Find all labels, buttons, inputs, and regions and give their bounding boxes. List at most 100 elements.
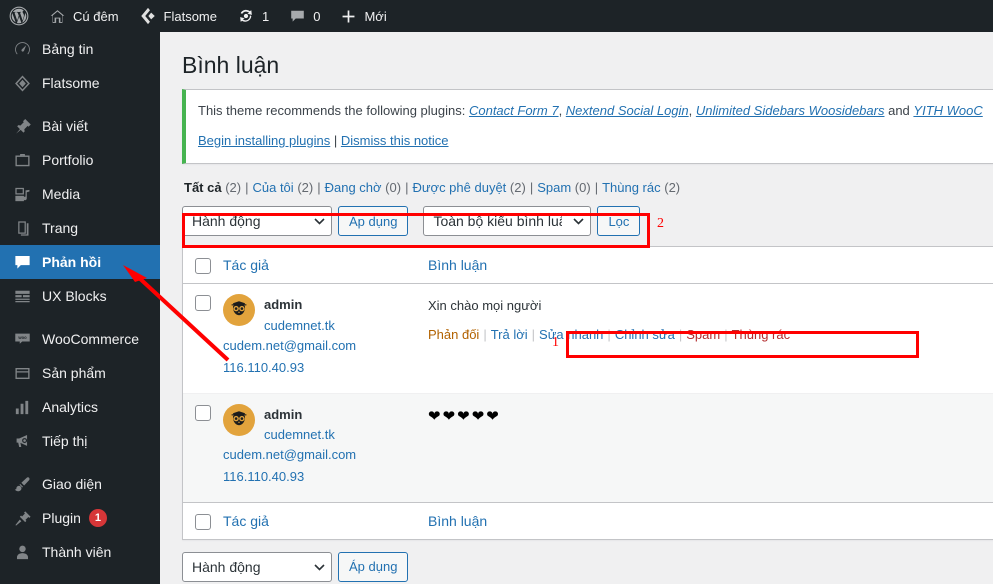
user-icon <box>12 542 32 562</box>
adminbar-comments-count: 0 <box>313 8 321 24</box>
plugin-icon <box>12 508 32 528</box>
filter-button[interactable]: Lọc <box>597 206 641 237</box>
spam-link[interactable]: Spam <box>686 327 720 342</box>
sidebar-item-appearance[interactable]: Giao diện <box>0 467 160 501</box>
home-icon <box>49 8 66 25</box>
bulk-action-select-bottom[interactable]: Hành động <box>182 551 332 582</box>
row-checkbox[interactable] <box>195 404 211 421</box>
sidebar-separator <box>0 458 160 467</box>
author-cell: admin cudemnet.tk cudem.net@gmail.com 11… <box>223 284 428 394</box>
quick-edit-link[interactable]: Sửa nhanh <box>539 327 603 342</box>
filter-pending[interactable]: Đang chờ (0) <box>325 180 401 195</box>
plugin-recommendation-notice: This theme recommends the following plug… <box>182 88 993 165</box>
adminbar-updates-count: 1 <box>262 8 270 24</box>
row-checkbox-cell[interactable] <box>183 393 223 502</box>
sidebar-item-analytics[interactable]: Analytics <box>0 390 160 424</box>
notice-sep-2: and <box>884 102 914 118</box>
table-header-row: Tác giả Bình luận <box>183 247 993 285</box>
sidebar-item-flatsome[interactable]: Flatsome <box>0 66 160 100</box>
row-checkbox-cell[interactable] <box>183 284 223 394</box>
admin-sidebar-menu: Bảng tin Flatsome Bài viết Portfolio Med… <box>0 32 168 584</box>
apply-bulk-action-button-bottom[interactable]: Áp dụng <box>338 551 409 582</box>
adminbar-updates[interactable]: 1 <box>227 0 279 32</box>
wordpress-icon <box>9 6 29 26</box>
sidebar-item-ux-blocks[interactable]: UX Blocks <box>0 279 160 313</box>
plugin-link-contact-form-7[interactable]: Contact Form 7 <box>469 103 559 118</box>
sidebar-item-marketing[interactable]: Tiếp thị <box>0 424 160 458</box>
avatar <box>223 403 255 436</box>
author-site-link[interactable]: cudemnet.tk <box>264 425 335 445</box>
unapprove-link[interactable]: Phản đối <box>428 327 479 342</box>
plugin-link-unlimited-sidebars[interactable]: Unlimited Sidebars Woosidebars <box>696 103 885 118</box>
author-email[interactable]: cudem.net@gmail.com <box>223 336 418 357</box>
dismiss-notice-link[interactable]: Dismiss this notice <box>341 133 449 148</box>
comment-column-footer[interactable]: Bình luận <box>428 501 993 539</box>
comments-table: Tác giả Bình luận admin cudemnet.tk cude… <box>182 246 993 540</box>
filter-trash[interactable]: Thùng rác (2) <box>602 180 680 195</box>
sidebar-item-media[interactable]: Media <box>0 177 160 211</box>
filter-all[interactable]: Tất cả (2) <box>184 180 241 195</box>
adminbar-new-content[interactable]: Mới <box>330 0 396 32</box>
filter-mine[interactable]: Của tôi (2) <box>252 180 313 195</box>
plus-icon <box>340 8 357 25</box>
filter-approved[interactable]: Được phê duyệt (2) <box>412 180 525 195</box>
select-all-checkbox[interactable] <box>195 258 211 275</box>
table-row: admin cudemnet.tk cudem.net@gmail.com 11… <box>183 393 993 502</box>
author-ip[interactable]: 116.110.40.93 <box>223 358 418 379</box>
sidebar-separator <box>0 313 160 322</box>
comments-table-body: admin cudemnet.tk cudem.net@gmail.com 11… <box>183 284 993 502</box>
apply-bulk-action-button[interactable]: Áp dụng <box>338 206 409 237</box>
sidebar-item-label: Trang <box>42 220 79 236</box>
adminbar-wordpress-logo[interactable] <box>0 0 39 32</box>
sidebar-item-label: WooCommerce <box>42 331 139 347</box>
sidebar-item-label: UX Blocks <box>42 288 107 304</box>
adminbar-comments[interactable]: 0 <box>279 0 330 32</box>
sidebar-item-dashboard[interactable]: Bảng tin <box>0 32 160 66</box>
megaphone-icon <box>12 431 32 451</box>
comment-text: Xin chào mọi người <box>428 298 542 314</box>
select-all-checkbox-bottom[interactable] <box>195 513 211 530</box>
author-ip[interactable]: 116.110.40.93 <box>223 467 418 488</box>
plugin-link-nextend-social-login[interactable]: Nextend Social Login <box>566 103 689 118</box>
edit-link[interactable]: Chỉnh sửa <box>615 327 675 342</box>
comment-column-header[interactable]: Bình luận <box>428 247 993 285</box>
author-names: admin cudemnet.tk <box>264 404 335 445</box>
sidebar-item-posts[interactable]: Bài viết <box>0 109 160 143</box>
bulk-action-select[interactable]: Hành động <box>182 206 332 237</box>
sidebar-item-label: Portfolio <box>42 152 94 168</box>
sidebar-item-label: Bảng tin <box>42 41 94 57</box>
filter-spam[interactable]: Spam (0) <box>537 180 590 195</box>
begin-installing-plugins-link[interactable]: Begin installing plugins <box>198 133 330 148</box>
sidebar-item-pages[interactable]: Trang <box>0 211 160 245</box>
row-checkbox[interactable] <box>195 295 211 312</box>
adminbar-site-name[interactable]: Cú đêm <box>39 0 129 32</box>
page-title: Bình luận <box>182 52 280 78</box>
sidebar-item-plugins[interactable]: Plugin 1 <box>0 501 160 535</box>
author-column-footer[interactable]: Tác giả <box>223 501 428 539</box>
adminbar-flatsome[interactable]: Flatsome <box>129 0 227 32</box>
reply-link[interactable]: Trả lời <box>491 327 528 342</box>
author-email[interactable]: cudem.net@gmail.com <box>223 445 418 466</box>
sidebar-item-comments[interactable]: Phản hồi <box>0 245 168 279</box>
author-column-header[interactable]: Tác giả <box>223 247 428 285</box>
author-site-link[interactable]: cudemnet.tk <box>264 316 335 336</box>
sidebar-item-users[interactable]: Thành viên <box>0 535 160 569</box>
comment-bubble-icon <box>289 8 306 25</box>
update-icon <box>237 7 255 25</box>
sidebar-item-products[interactable]: Sản phẩm <box>0 356 160 390</box>
chart-icon <box>12 397 32 417</box>
media-icon <box>12 184 32 204</box>
comment-type-select[interactable]: Toàn bộ kiểu bình luận <box>423 206 592 237</box>
author-name: admin <box>264 297 303 313</box>
sidebar-item-portfolio[interactable]: Portfolio <box>0 143 160 177</box>
select-all-header[interactable] <box>183 247 223 285</box>
trash-link[interactable]: Thùng rác <box>732 327 791 342</box>
select-all-footer[interactable] <box>183 501 223 539</box>
comment-status-filters: Tất cả (2) | Của tôi (2) | Đang chờ (0) | Được… <box>184 180 681 196</box>
notice-sep-1: , <box>688 102 696 118</box>
adminbar-flatsome-label: Flatsome <box>163 8 217 24</box>
adminbar-new-label: Mới <box>364 8 387 24</box>
plugin-link-yith-woocommerce[interactable]: YITH WooC <box>913 103 982 118</box>
notice-text: This theme recommends the following plug… <box>198 101 993 122</box>
sidebar-item-woocommerce[interactable]: woo WooCommerce <box>0 322 160 356</box>
